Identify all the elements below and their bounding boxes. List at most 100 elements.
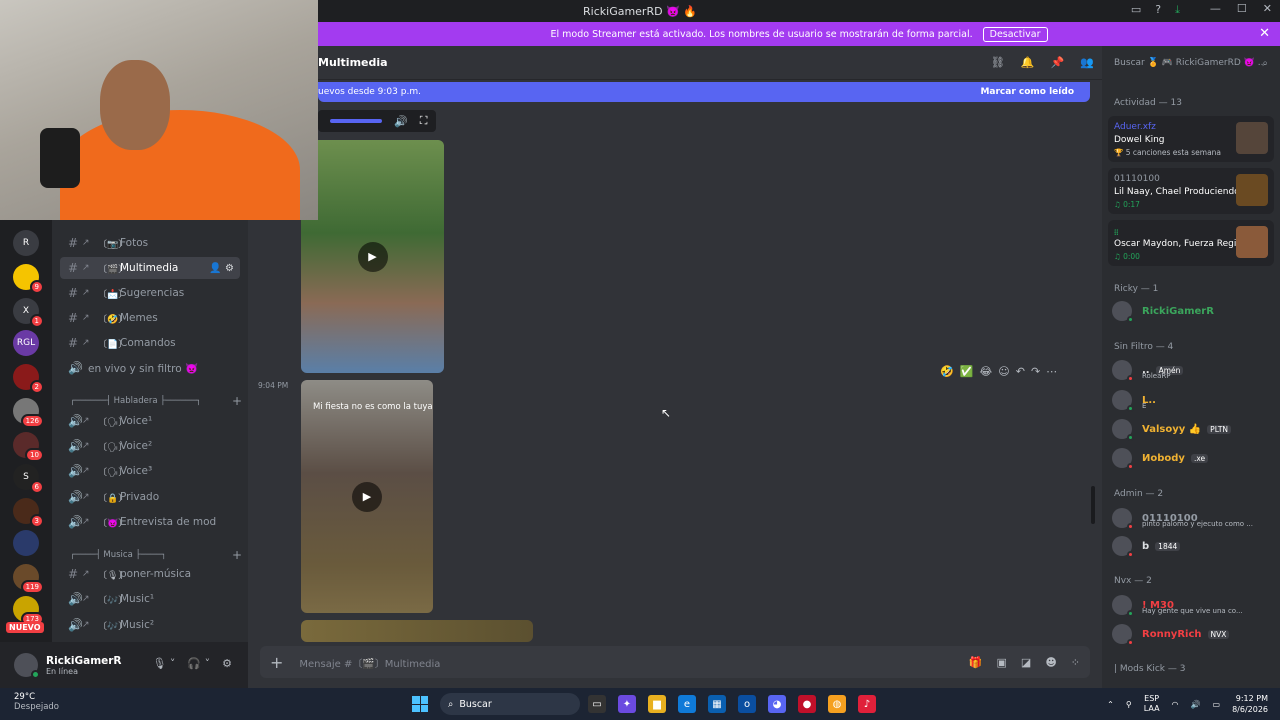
microphone-icon[interactable]: 🎙 ˅ [152, 657, 175, 670]
weather-widget[interactable]: 29°C Despejado [14, 692, 59, 712]
reaction-grin-icon[interactable]: 😂 [979, 365, 992, 378]
server-icon[interactable]: R [13, 230, 39, 256]
category-musica[interactable]: ┌────┤ Musica ├────┐ + [70, 548, 250, 562]
gift-icon[interactable]: 🎁 [969, 656, 983, 669]
category-habladera[interactable]: ┌──────┤ Habladera ├──────┐ + [70, 394, 250, 408]
video-attachment[interactable] [301, 620, 533, 642]
channel-en-vivo[interactable]: 🔊 en vivo y sin filtro 👿 [60, 357, 240, 379]
download-icon[interactable]: ⤓ [1175, 3, 1180, 17]
member-item[interactable]: .. Amén RoleaRP [1112, 358, 1274, 382]
voice-channel[interactable]: 🔊 ↗ 〔🗣〕 Voice¹ [60, 410, 240, 432]
server-icon[interactable]: 10 [13, 432, 44, 462]
inbox-icon[interactable]: ▭ [1131, 3, 1141, 17]
member-item[interactable]: b 1844 [1112, 534, 1274, 558]
pin-icon[interactable]: 📌 [1051, 56, 1065, 69]
play-icon[interactable]: ▶ [352, 481, 382, 512]
copilot-icon[interactable]: ✦ [618, 695, 636, 713]
invite-icon[interactable]: 👤 [209, 263, 221, 274]
member-item[interactable]: 01110100 pinto palomo y ejecuto como ... [1112, 506, 1274, 530]
voice-channel[interactable]: 🔊 ↗ 〔🎶〕 Music² [60, 614, 240, 636]
volume-slider[interactable] [330, 119, 382, 123]
volume-icon[interactable]: 🔊 [394, 115, 408, 128]
scrollbar[interactable] [1091, 486, 1095, 524]
member-item[interactable]: L.. E [1112, 388, 1274, 412]
windows-start-icon[interactable] [412, 696, 428, 712]
channel-sugerencias[interactable]: # ↗ 〔📩〕 Sugerencias [60, 282, 240, 304]
new-messages-bar[interactable]: uevos desde 9:03 p.m. Marcar como leído [318, 82, 1090, 102]
member-item[interactable]: ! M30 Hay gente que vive una co... [1112, 593, 1274, 617]
channel-comandos[interactable]: # ↗ 〔📄〕 Comandos [60, 332, 240, 354]
app-icon[interactable]: ◍ [828, 695, 846, 713]
add-attachment-icon[interactable]: + [270, 653, 283, 672]
clock[interactable]: 9:12 PM 8/6/2026 [1232, 693, 1268, 715]
avatar[interactable] [14, 653, 40, 679]
headphones-icon[interactable]: 🎧 ˅ [187, 657, 210, 670]
mark-as-read-button[interactable]: Marcar como leído [980, 87, 1074, 97]
channel-fotos[interactable]: # ↗ 〔📷〕 Fotos [60, 232, 240, 254]
minimize-icon[interactable]: — [1210, 2, 1221, 15]
more-options-icon[interactable]: ⋯ [1046, 365, 1057, 378]
activity-card[interactable]: 01110100 Lil Naay, Chael Produciendo ♫ 0:1… [1108, 168, 1274, 214]
language-indicator[interactable]: ESP LAA [1144, 694, 1160, 714]
deactivate-button[interactable]: Desactivar [982, 26, 1048, 42]
reaction-check-icon[interactable]: ✅ [960, 365, 974, 378]
reaction-laugh-icon[interactable]: 🤣 [940, 365, 954, 378]
gif-icon[interactable]: ▣ [997, 656, 1007, 669]
wifi-icon[interactable]: ◠ [1172, 700, 1179, 709]
forward-icon[interactable]: ↷ [1031, 365, 1040, 378]
server-icon[interactable]: RGL [13, 330, 39, 356]
battery-icon[interactable]: ▭ [1213, 700, 1221, 709]
server-icon[interactable]: S6 [13, 464, 44, 494]
member-item[interactable]: RickiGamerR [1112, 299, 1274, 323]
discord-icon[interactable]: ◕ [768, 695, 786, 713]
add-reaction-icon[interactable]: ☺ [998, 365, 1009, 378]
server-icon[interactable]: 126 [13, 398, 44, 428]
server-icon[interactable]: 173 [13, 596, 44, 626]
tiktok-icon[interactable]: ♪ [858, 695, 876, 713]
member-item[interactable]: Valsoyy 👍 PLTN [1112, 417, 1274, 441]
channel-memes[interactable]: # ↗ 〔🤣〕 Memes [60, 307, 240, 329]
emoji-icon[interactable]: ☻ [1045, 656, 1056, 669]
video-attachment[interactable]: Mi fiesta no es como la tuya ▶ [301, 380, 433, 613]
apps-icon[interactable]: ⁘ [1071, 656, 1080, 669]
member-item[interactable]: RonnyRich NVX [1112, 622, 1274, 646]
server-icon[interactable]: 9 [13, 264, 44, 294]
close-window-icon[interactable]: ✕ [1263, 2, 1272, 15]
activity-card[interactable]: ᎒᎒ Oscar Maydon, Fuerza Regi... ♫ 0:00 [1108, 220, 1274, 266]
server-icon[interactable]: 3 [13, 498, 44, 528]
server-icon[interactable] [13, 530, 39, 556]
file-explorer-icon[interactable]: ▆ [648, 695, 666, 713]
channel-multimedia[interactable]: # ↗ 〔🎬〕 Multimedia 👤 ⚙ [60, 257, 240, 279]
voice-channel[interactable]: 🔊 ↗ 〔🔒〕 Privado [60, 486, 240, 508]
notification-bell-icon[interactable]: 🔔 [1021, 56, 1035, 69]
message-composer[interactable]: + Mensaje #〔🎬〕Multimedia 🎁 ▣ ◪ ☻ ⁘ [260, 646, 1090, 678]
reply-icon[interactable]: ↶ [1016, 365, 1025, 378]
activity-header[interactable]: Actividad — 13 [1114, 98, 1182, 108]
voice-channel[interactable]: 🔊 ↗ 〔🗣〕 Voice³ [60, 460, 240, 482]
app-icon[interactable]: ● [798, 695, 816, 713]
member-list-icon[interactable]: 👥 [1080, 56, 1094, 69]
voice-channel[interactable]: 🔊 ↗ 〔🎶〕 Music¹ [60, 588, 240, 610]
add-channel-icon[interactable]: + [232, 394, 242, 408]
sticker-icon[interactable]: ◪ [1021, 656, 1031, 669]
username[interactable]: RickiGamerR [46, 655, 122, 667]
message-input[interactable]: Mensaje #〔🎬〕Multimedia [299, 655, 440, 670]
edge-icon[interactable]: e [678, 695, 696, 713]
play-icon[interactable]: ▶ [357, 241, 388, 272]
taskbar-search[interactable]: ⌕ Buscar [440, 693, 580, 715]
maximize-icon[interactable]: ☐ [1237, 2, 1247, 15]
store-icon[interactable]: ▦ [708, 695, 726, 713]
location-icon[interactable]: ⚲ [1126, 700, 1132, 709]
search-input[interactable]: Buscar 🏅 🎮 RickiGamerRD 👿 ... ⌕ [1108, 52, 1274, 74]
member-item[interactable]: Иobody .xe [1112, 446, 1274, 470]
threads-icon[interactable]: ⛓ [991, 56, 1005, 69]
server-icon[interactable]: 2 [13, 364, 44, 394]
video-attachment[interactable]: ▶ [301, 140, 444, 373]
server-icon[interactable]: X1 [13, 298, 44, 328]
voice-channel[interactable]: 🔊 ↗ 〔👿〕 Entrevista de mod [60, 511, 240, 533]
volume-icon[interactable]: 🔊 [1191, 700, 1201, 709]
voice-channel[interactable]: 🔊 ↗ 〔🗣〕 Voice² [60, 435, 240, 457]
server-icon[interactable]: 119 [13, 564, 44, 594]
activity-card[interactable]: Aduer.xfz Dowel King 🏆 5 canciones esta se… [1108, 116, 1274, 162]
settings-gear-icon[interactable]: ⚙ [225, 263, 234, 274]
